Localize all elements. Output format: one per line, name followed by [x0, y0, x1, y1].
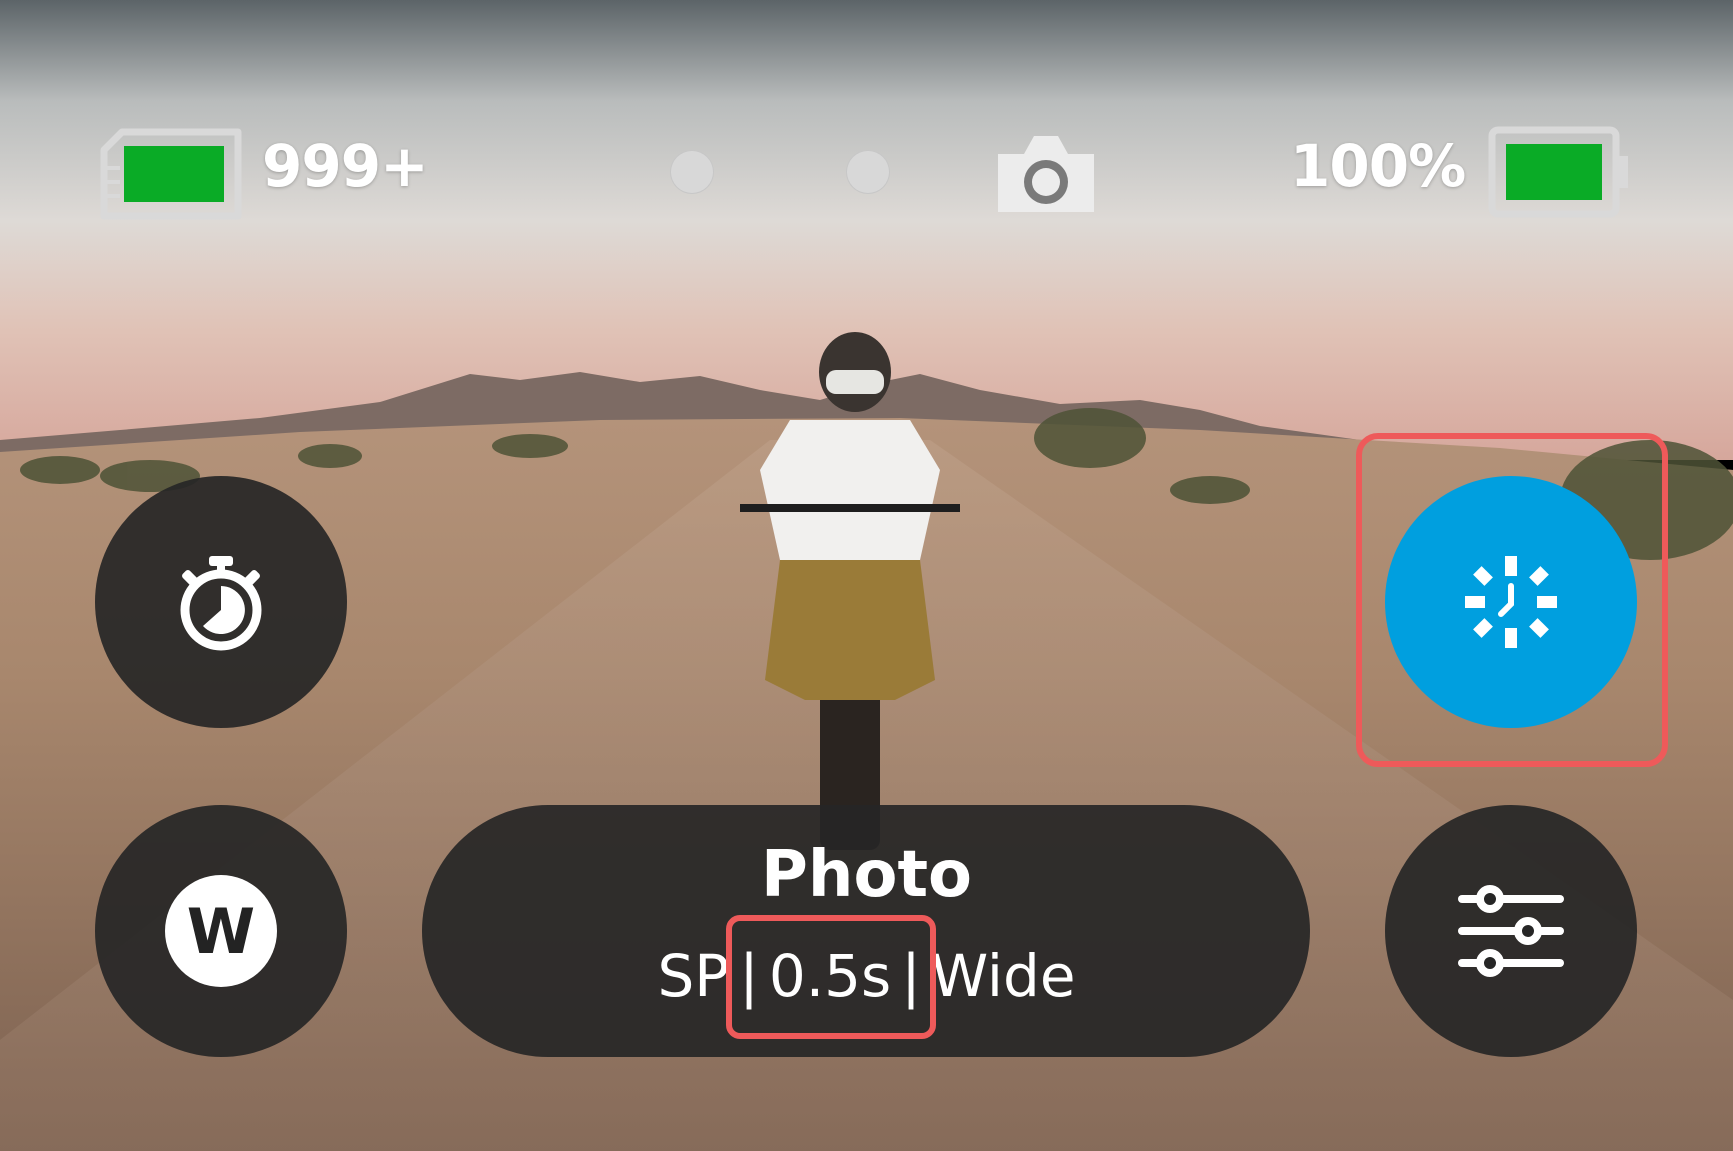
sd-card-icon [100, 128, 242, 220]
capture-mode-button[interactable] [1385, 476, 1637, 728]
battery-percent: 100% [1290, 132, 1466, 200]
interval-label: 0.5s [768, 942, 892, 1010]
battery-icon [1488, 126, 1628, 218]
page-dot[interactable] [670, 150, 714, 194]
stopwatch-icon [180, 556, 262, 651]
preset-label: SP [657, 942, 730, 1010]
camera-icon[interactable] [994, 130, 1098, 216]
separator: | [901, 942, 921, 1010]
lens-label: Wide [930, 942, 1076, 1010]
page-dot[interactable] [846, 150, 890, 194]
night-lapse-icon [1465, 556, 1557, 648]
camera-preview-screen: 999+ 100% W Photo SP | 0.5s | Wide [0, 0, 1733, 1151]
sliders-icon [1458, 885, 1564, 977]
sd-card-count: 999+ [262, 132, 429, 200]
separator: | [739, 942, 759, 1010]
settings-button[interactable] [1385, 805, 1637, 1057]
timer-button[interactable] [95, 476, 347, 728]
